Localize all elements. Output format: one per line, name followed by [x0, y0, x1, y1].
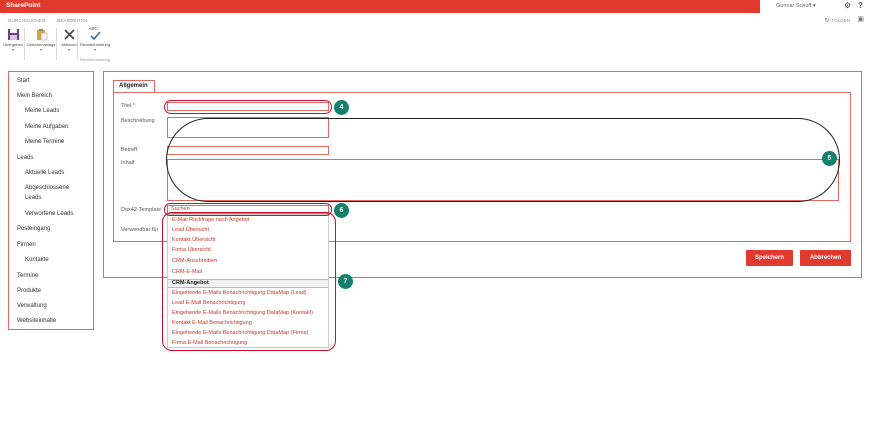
chevron-down-icon: ▾ — [39, 47, 42, 52]
app-title[interactable]: SharePoint — [6, 2, 40, 9]
label-betreff: Betreff — [121, 147, 138, 153]
nav-abgeschlossene-leads-line2[interactable]: Leads — [25, 194, 41, 202]
nav-websiteinhalte[interactable]: Websiteinhalte — [17, 317, 56, 325]
ribbon-tabs: DURCHSUCHEN BEARBEITEN — [8, 18, 98, 24]
follow-icon: ↻ — [824, 18, 830, 24]
chevron-down-icon: ▾ — [93, 47, 96, 52]
ribbon-group-label: Rechtschreibung — [80, 57, 111, 62]
follow-button[interactable]: ↻ FOLGEN — [824, 17, 850, 24]
nav-verworfene-leads[interactable]: Verworfene Leads — [25, 210, 73, 218]
callout-badge-4: 4 — [334, 100, 349, 115]
label-titel-text: Titel — [121, 103, 132, 109]
follow-label: FOLGEN — [831, 18, 850, 23]
nav-aktuelle-leads[interactable]: Aktuelle Leads — [25, 169, 64, 177]
nav-produkte[interactable]: Produkte — [17, 287, 41, 295]
submit-button[interactable]: Übergeben ▾ — [0, 28, 26, 52]
focus-icon[interactable]: ▣ — [857, 15, 864, 23]
callout-ring-content — [166, 118, 840, 202]
cancel-button[interactable]: Abbrechen — [800, 250, 851, 266]
nav-posteingang[interactable]: Posteingang — [17, 225, 50, 233]
tab-allgemein-label: Allgemein — [119, 83, 148, 89]
save-button[interactable]: Speichern — [746, 250, 793, 266]
nav-verwaltung[interactable]: Verwaltung — [17, 302, 47, 310]
callout-badge-5: 5 — [822, 151, 837, 166]
required-marker: * — [131, 103, 135, 109]
tab-durchsuchen[interactable]: DURCHSUCHEN — [8, 18, 45, 23]
label-titel: Titel * — [121, 103, 135, 109]
label-verwendbar-fuer: Verwendbar für — [121, 227, 159, 233]
label-inhalt: Inhalt — [121, 160, 135, 166]
callout-badge-7: 7 — [338, 274, 353, 289]
nav-abgeschlossene-leads[interactable]: Abgeschlossene — [25, 184, 69, 192]
ribbon: Übergeben ▾ Zwischenablage ▾ Aktionen ▾ … — [0, 26, 140, 62]
spellcheck-abc: ABC — [88, 26, 98, 31]
ribbon-divider — [24, 28, 25, 60]
ribbon-divider — [77, 28, 78, 60]
nav-start[interactable]: Start — [17, 77, 30, 85]
gear-icon[interactable]: ⚙ — [844, 1, 851, 10]
nav-meine-leads[interactable]: Meine Leads — [25, 107, 59, 115]
nav-mein-bereich[interactable]: Mein Bereich — [17, 92, 52, 100]
callout-ring-titel — [164, 100, 332, 114]
user-bar: Gunnar Schuff ▾ ⚙ ? — [760, 0, 870, 13]
cancel-icon — [63, 28, 76, 41]
user-menu[interactable]: Gunnar Schuff ▾ — [776, 3, 816, 9]
spellcheck-button[interactable]: ABC Rechtschreibung ▾ — [79, 26, 111, 52]
tab-allgemein[interactable]: Allgemein — [113, 80, 155, 92]
left-navigation: Start Mein Bereich Meine Leads Meine Auf… — [8, 71, 94, 330]
label-beschreibung: Beschreibung — [121, 118, 155, 124]
spellcheck-icon: ABC — [88, 26, 102, 41]
suite-bar: SharePoint — [0, 0, 870, 13]
callout-ring-dropdown — [162, 212, 336, 351]
callout-badge-6: 6 — [334, 203, 349, 218]
clipboard-icon — [35, 28, 48, 41]
nav-kontakte[interactable]: Kontakte — [25, 256, 49, 264]
chevron-down-icon: ▾ — [11, 47, 14, 52]
nav-meine-aufgaben[interactable]: Meine Aufgaben — [25, 123, 68, 131]
nav-leads[interactable]: Leads — [17, 154, 33, 162]
tab-bearbeiten[interactable]: BEARBEITEN — [57, 18, 88, 23]
save-icon — [7, 28, 20, 41]
help-icon[interactable]: ? — [858, 1, 863, 10]
nav-meine-termine[interactable]: Meine Termine — [25, 138, 64, 146]
nav-firmen[interactable]: Firmen — [17, 241, 36, 249]
label-dox42-template: Dox42-Template — [121, 207, 162, 213]
clipboard-button[interactable]: Zwischenablage ▾ — [26, 28, 56, 52]
nav-termine[interactable]: Termine — [17, 272, 38, 280]
